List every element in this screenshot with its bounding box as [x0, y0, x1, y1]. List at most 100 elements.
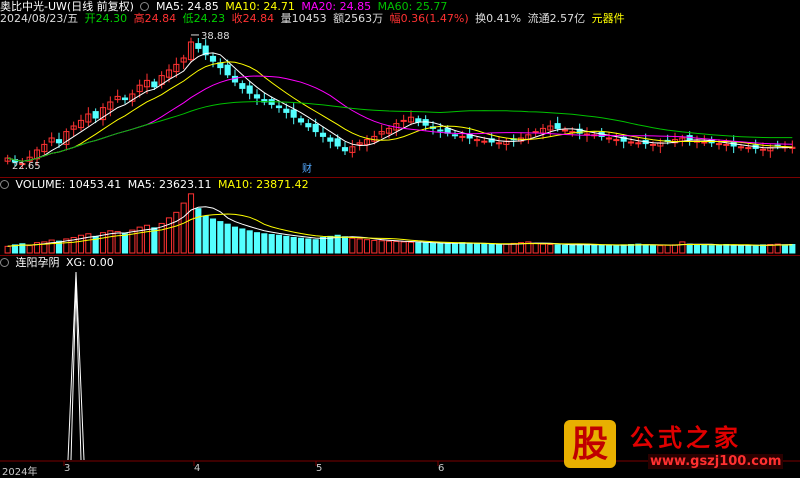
volume-bar [473, 243, 481, 254]
candle-body [341, 147, 349, 152]
volume-bar [305, 238, 312, 254]
volume-bar [341, 236, 349, 254]
volume-bar [422, 242, 429, 254]
candle-body [451, 134, 459, 137]
candle-body [290, 109, 297, 118]
watermark-name: 公式之家 [630, 423, 742, 452]
volume-dot-icon[interactable] [0, 180, 9, 189]
candle-body [605, 137, 613, 140]
candle-body [495, 142, 503, 145]
watermark-logo: 股 公式之家 www.gszj100.com [560, 418, 800, 470]
volume-bar [327, 235, 334, 254]
x-axis-month-6: 6 [438, 463, 445, 474]
volume-bar [649, 244, 657, 254]
candle-body [55, 139, 63, 144]
volume-bar [752, 244, 759, 254]
ma20-line [7, 75, 793, 162]
volume-bar [437, 243, 444, 254]
candle-body [627, 141, 635, 144]
candle-body [224, 64, 231, 76]
candle-body [759, 148, 767, 151]
candle-body [92, 111, 99, 119]
candle-body [723, 143, 730, 146]
volume-bar [209, 218, 217, 254]
volume-bar [459, 242, 466, 254]
candle-body [297, 118, 305, 123]
volume-header: VOLUME: 10453.41 MA5: 23623.11 MA10: 238… [0, 178, 312, 192]
volume-bar [187, 193, 195, 254]
volume-bar [664, 244, 671, 254]
x-axis-year: 2024年 [2, 467, 38, 478]
candle-body [737, 146, 745, 149]
candle-body [635, 142, 642, 145]
volume-bar [371, 239, 378, 254]
low-price-label: 22.65 [12, 161, 41, 172]
volume-bar [510, 242, 517, 254]
volume-bar [415, 242, 422, 254]
volume-bar [378, 240, 385, 254]
volume-bar [737, 245, 745, 254]
volume-bar [708, 245, 715, 254]
volume-bar [627, 243, 635, 254]
volume-bar [635, 243, 642, 254]
volume-ma5: MA5: 23623.11 [127, 178, 212, 191]
candle-body [283, 108, 290, 113]
volume-bar [114, 231, 121, 254]
volume-bar [642, 244, 649, 254]
volume-bar [488, 243, 495, 254]
volume-bar [620, 244, 627, 254]
candle-body [437, 129, 444, 132]
indicator-dot-icon[interactable] [0, 258, 9, 267]
stock-chart[interactable]: 38.88 22.65 财 [0, 0, 800, 475]
volume-bar [202, 215, 209, 254]
candle-body [209, 55, 217, 62]
volume-bar [349, 237, 356, 254]
candle-body [151, 81, 158, 88]
volume-bar [554, 244, 561, 254]
volume-bar [195, 208, 202, 254]
candle-body [532, 131, 539, 134]
volume-bar [495, 244, 503, 254]
volume-bar [290, 236, 297, 254]
watermark-gu: 股 [564, 420, 616, 468]
volume-bar [605, 245, 613, 254]
volume-bar [745, 245, 752, 254]
candle-body [715, 143, 723, 146]
candle-body [561, 129, 569, 132]
volume-bar [466, 242, 473, 254]
volume-bar [393, 241, 400, 254]
indicator-spike-inner [70, 283, 82, 461]
volume-bar [297, 237, 305, 254]
volume-bar [781, 244, 789, 254]
indicator-header: 连阳孕阴 XG: 0.00 [0, 256, 117, 270]
volume-indicator-divider [0, 255, 800, 256]
candle-body [246, 85, 253, 94]
volume-bar [730, 244, 737, 254]
volume-bar [547, 243, 554, 254]
candle-body [239, 83, 246, 89]
volume-bar [569, 244, 576, 254]
candle-body [701, 141, 708, 144]
volume-bar [312, 239, 319, 254]
volume-bar [173, 211, 180, 254]
candle-body [649, 143, 657, 146]
volume-bar [532, 242, 539, 254]
volume-bar [151, 227, 158, 254]
volume-bar [598, 244, 605, 254]
volume-bar [715, 244, 723, 254]
volume-bar [591, 244, 598, 254]
volume-bar [246, 230, 253, 254]
candle-body [121, 97, 129, 101]
candle-body [253, 94, 261, 99]
candle-body [459, 135, 466, 138]
volume-bar [356, 238, 363, 254]
indicator-label: 连阳孕阴 [15, 256, 60, 269]
volume-bar [48, 239, 55, 254]
volume-bar [657, 245, 664, 254]
volume-bar [283, 235, 290, 254]
volume-bar [26, 245, 33, 254]
volume-bar [261, 233, 268, 254]
event-marker: 财 [302, 162, 312, 175]
volume-bar [268, 234, 275, 254]
volume-ma10: MA10: 23871.42 [217, 178, 309, 191]
